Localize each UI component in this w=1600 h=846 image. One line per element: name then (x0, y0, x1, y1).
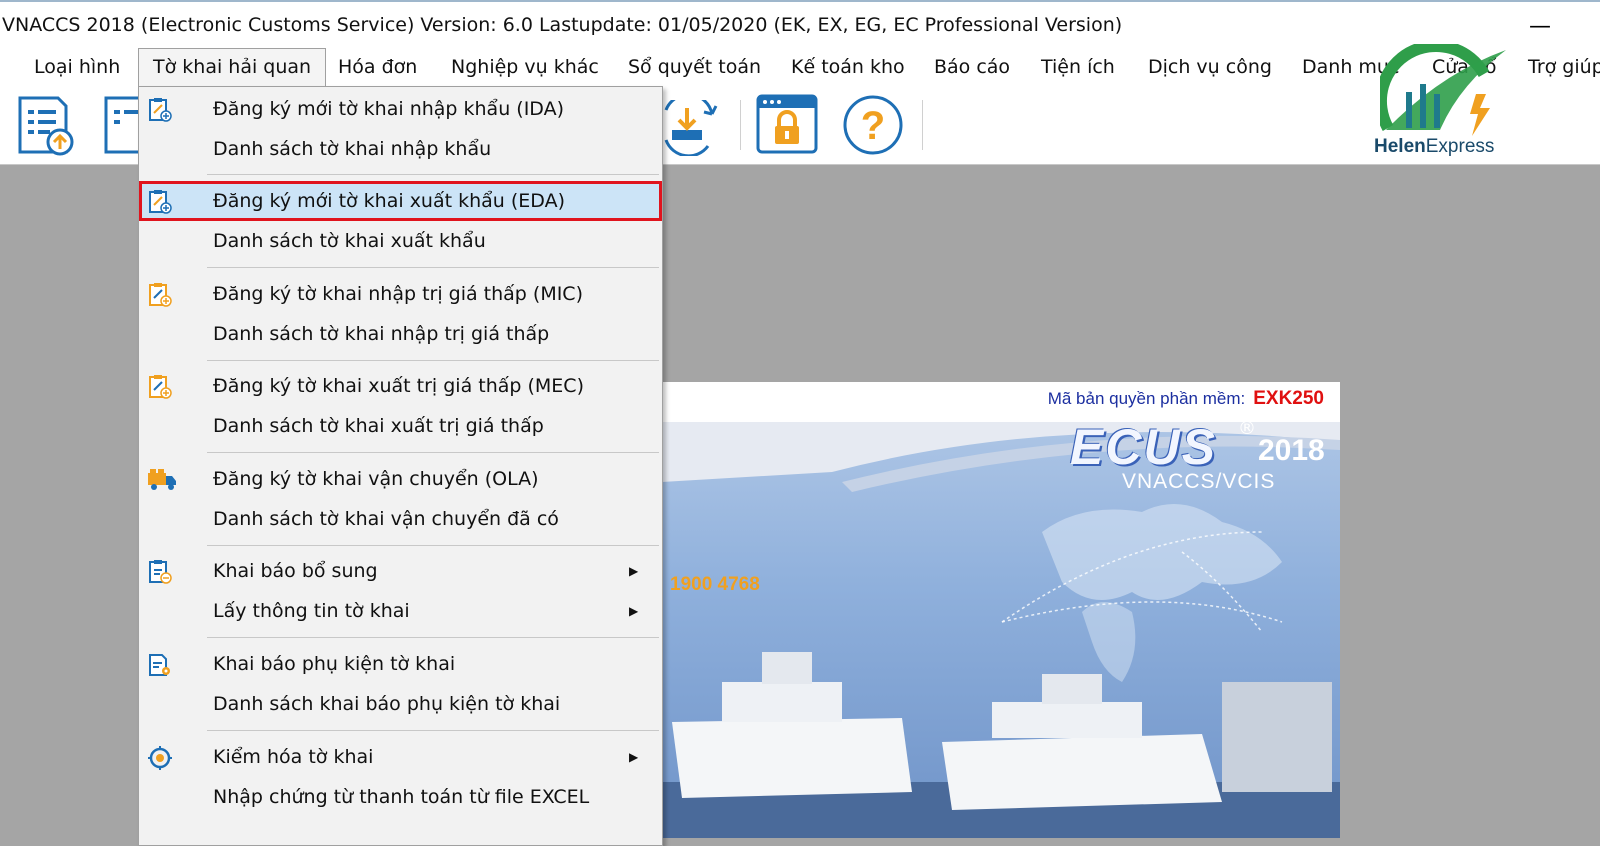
title-bar: VNACCS 2018 (Electronic Customs Service)… (0, 0, 1600, 48)
registered-mark: ® (1238, 418, 1256, 439)
help-glyph: ? (861, 104, 885, 148)
product-year: 2018 (1258, 434, 1325, 467)
menu-item-register-low-value-export-mec[interactable]: Đăng ký tờ khai xuất trị giá thấp (MEC) (139, 366, 662, 406)
menu-separator (207, 452, 659, 453)
splash-image: Mã bản quyền phần mềm: EXK250 ECUS ® 2018… (662, 382, 1340, 838)
menu-to-khai-hai-quan[interactable]: Tờ khai hải quan (138, 48, 327, 88)
license-code: EXK250 (1253, 388, 1324, 409)
menu-separator (207, 267, 659, 268)
attachment-declaration-icon (147, 652, 173, 678)
import-declaration-icon[interactable] (14, 94, 78, 162)
menu-item-label: Danh sách tờ khai xuất khẩu (213, 230, 486, 252)
menu-item-register-export-eda[interactable]: Đăng ký mới tờ khai xuất khẩu (EDA) (139, 181, 662, 221)
menu-item-transport-list[interactable]: Danh sách tờ khai vận chuyển đã có (139, 499, 662, 539)
menu-item-register-low-value-import-mic[interactable]: Đăng ký tờ khai nhập trị giá thấp (MIC) (139, 274, 662, 314)
product-logo-text: ECUS (1070, 419, 1217, 475)
menu-item-label: Đăng ký tờ khai vận chuyển (OLA) (213, 468, 539, 490)
menu-separator (207, 637, 659, 638)
submenu-arrow-icon: ▶ (629, 564, 639, 578)
to-khai-dropdown-menu: Đăng ký mới tờ khai nhập khẩu (IDA) Danh… (138, 86, 663, 846)
register-declaration-icon (147, 282, 173, 308)
submenu-arrow-icon: ▶ (629, 604, 639, 618)
menu-item-label: Danh sách tờ khai xuất trị giá thấp (213, 415, 544, 437)
supplement-declaration-icon (147, 559, 173, 585)
menu-item-low-value-import-list[interactable]: Danh sách tờ khai nhập trị giá thấp (139, 314, 662, 354)
menu-item-label: Danh sách tờ khai nhập khẩu (213, 138, 492, 160)
menu-item-import-list[interactable]: Danh sách tờ khai nhập khẩu (139, 129, 662, 169)
menu-item-label: Nhập chứng từ thanh toán từ file EXCEL (213, 786, 590, 808)
menu-item-export-list[interactable]: Danh sách tờ khai xuất khẩu (139, 221, 662, 261)
download-icon[interactable] (662, 93, 722, 160)
menu-bao-cao[interactable]: Báo cáo (920, 48, 1024, 86)
menu-tro-giup[interactable]: Trợ giúp (1514, 48, 1600, 86)
menu-item-low-value-export-list[interactable]: Danh sách tờ khai xuất trị giá thấp (139, 406, 662, 446)
menu-item-attachment-list[interactable]: Danh sách khai báo phụ kiện tờ khai (139, 684, 662, 724)
logo-brand: Helen (1374, 136, 1426, 157)
license-label: Mã bản quyền phần mềm: (1047, 389, 1246, 408)
minimize-button[interactable]: — (1520, 8, 1560, 44)
license-info: Mã bản quyền phần mềm: EXK250 (1048, 388, 1324, 410)
logo-brand-suffix: Express (1425, 136, 1495, 157)
menu-item-register-transport-ola[interactable]: Đăng ký tờ khai vận chuyển (OLA) (139, 459, 662, 499)
menu-separator (207, 545, 659, 546)
window-title: VNACCS 2018 (Electronic Customs Service)… (2, 14, 1123, 36)
menu-dich-vu-cong[interactable]: Dịch vụ công (1134, 48, 1286, 86)
register-declaration-icon (147, 97, 173, 123)
hotline-number: 1900 4768 (670, 574, 760, 595)
menu-item-label: Lấy thông tin tờ khai (213, 600, 410, 622)
menu-item-get-declaration-info[interactable]: Lấy thông tin tờ khai ▶ (139, 591, 662, 631)
register-declaration-icon (147, 374, 173, 400)
menu-item-label: Danh sách tờ khai nhập trị giá thấp (213, 323, 550, 345)
menu-item-label: Đăng ký mới tờ khai nhập khẩu (IDA) (213, 98, 565, 120)
lock-window-icon[interactable] (756, 94, 818, 160)
submenu-arrow-icon: ▶ (629, 750, 639, 764)
menu-bar: Loại hình Tờ khai hải quan Hóa đơn Nghiệ… (0, 48, 1600, 88)
toolbar-separator (740, 100, 741, 150)
product-subtitle: VNACCS/VCIS (1122, 470, 1276, 493)
inspection-icon (147, 745, 173, 771)
menu-nghiep-vu-khac[interactable]: Nghiệp vụ khác (437, 48, 613, 86)
menu-item-label: Danh sách tờ khai vận chuyển đã có (213, 508, 559, 530)
menu-item-label: Khai báo bổ sung (213, 560, 378, 582)
menu-item-label: Đăng ký mới tờ khai xuất khẩu (EDA) (213, 190, 566, 212)
menu-item-label: Danh sách khai báo phụ kiện tờ khai (213, 693, 561, 715)
menu-tien-ich[interactable]: Tiện ích (1027, 48, 1129, 86)
toolbar-separator (922, 100, 923, 150)
help-icon[interactable]: ? (842, 94, 904, 160)
menu-item-label: Đăng ký tờ khai xuất trị giá thấp (MEC) (213, 375, 584, 397)
menu-loai-hinh[interactable]: Loại hình (20, 48, 134, 86)
menu-item-inspection[interactable]: Kiểm hóa tờ khai ▶ (139, 737, 662, 777)
menu-item-attachment-declaration[interactable]: Khai báo phụ kiện tờ khai (139, 644, 662, 684)
menu-item-import-payment-excel[interactable]: Nhập chứng từ thanh toán từ file EXCEL (139, 777, 662, 817)
menu-ke-toan-kho[interactable]: Kế toán kho (777, 48, 919, 86)
export-declaration-icon[interactable] (100, 94, 142, 162)
menu-item-register-import-ida[interactable]: Đăng ký mới tờ khai nhập khẩu (IDA) (139, 89, 662, 129)
menu-separator (207, 174, 659, 175)
menu-separator (207, 730, 659, 731)
menu-hoa-don[interactable]: Hóa đơn (324, 48, 431, 86)
menu-item-label: Khai báo phụ kiện tờ khai (213, 653, 456, 675)
truck-icon (147, 467, 176, 493)
menu-item-supplement-declaration[interactable]: Khai báo bổ sung ▶ (139, 551, 662, 591)
menu-separator (207, 360, 659, 361)
splash-scene (662, 382, 1340, 838)
menu-item-label: Kiểm hóa tờ khai (213, 746, 374, 768)
menu-so-quyet-toan[interactable]: Sổ quyết toán (614, 48, 775, 86)
register-declaration-icon (147, 189, 173, 215)
logo-wordmark: HelenExpress (1374, 136, 1494, 158)
menu-item-label: Đăng ký tờ khai nhập trị giá thấp (MIC) (213, 283, 583, 305)
